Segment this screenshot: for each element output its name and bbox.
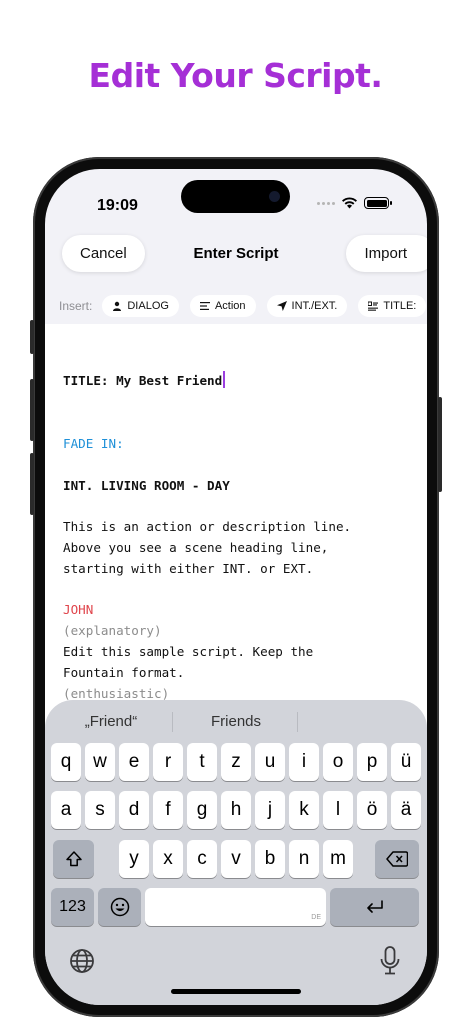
insert-action-button[interactable]: Action: [189, 295, 256, 317]
numbers-key[interactable]: 123: [51, 888, 94, 926]
key-r[interactable]: r: [153, 743, 183, 781]
person-icon: [113, 301, 122, 311]
volume-up-button: [30, 379, 34, 441]
suggestion-item[interactable]: Friends: [176, 713, 296, 730]
delete-key[interactable]: [375, 840, 419, 878]
chip-label: DIALOG: [127, 300, 169, 312]
script-dialog-line: Edit this sample script. Keep the: [63, 644, 314, 659]
insert-toolbar: Insert: DIALOG Action INT./EXT. TITLE:: [45, 289, 427, 323]
cellular-signal-icon: [317, 201, 335, 205]
key-n[interactable]: n: [289, 840, 319, 878]
space-language-tag: DE: [311, 914, 321, 921]
nav-bar: Cancel Enter Script Import: [45, 224, 427, 282]
insert-dialog-button[interactable]: DIALOG: [102, 295, 179, 317]
key-ö[interactable]: ö: [357, 791, 387, 829]
key-y[interactable]: y: [119, 840, 149, 878]
key-a[interactable]: a: [51, 791, 81, 829]
backspace-icon: [386, 851, 408, 867]
title-card-icon: [368, 301, 379, 311]
import-button[interactable]: Import: [346, 235, 427, 272]
key-k[interactable]: k: [289, 791, 319, 829]
key-m[interactable]: m: [323, 840, 353, 878]
status-icons: [317, 197, 392, 209]
dynamic-island: [181, 180, 290, 213]
lines-icon: [199, 302, 210, 310]
shift-arrow-icon: [65, 851, 82, 867]
key-x[interactable]: x: [153, 840, 183, 878]
chip-label: TITLE:: [383, 300, 417, 312]
chip-label: Action: [214, 300, 246, 312]
key-c[interactable]: c: [187, 840, 217, 878]
key-ä[interactable]: ä: [391, 791, 421, 829]
key-f[interactable]: f: [153, 791, 183, 829]
battery-icon: [364, 197, 392, 209]
emoji-key[interactable]: [98, 888, 141, 926]
key-e[interactable]: e: [119, 743, 149, 781]
key-t[interactable]: t: [187, 743, 217, 781]
emoji-icon: [110, 897, 129, 917]
shift-key[interactable]: [53, 840, 94, 878]
key-d[interactable]: d: [119, 791, 149, 829]
key-w[interactable]: w: [85, 743, 115, 781]
microphone-icon[interactable]: [379, 946, 401, 976]
suggestion-item[interactable]: „Friend“: [51, 713, 171, 730]
key-l[interactable]: l: [323, 791, 353, 829]
status-time: 19:09: [97, 197, 138, 214]
status-bar: 19:09: [45, 169, 427, 229]
script-transition: FADE IN:: [63, 436, 124, 451]
keyboard: „Friend“ Friends qwertzuiopü asdfghjklöä…: [45, 700, 427, 1005]
headline: Edit Your Script.: [88, 56, 383, 95]
script-parenthetical: (explanatory): [63, 623, 162, 638]
space-key[interactable]: DE: [145, 888, 326, 926]
insert-label: Insert:: [59, 299, 93, 313]
script-action-line: This is an action or description line.: [63, 519, 352, 534]
chip-label: INT./EXT.: [291, 300, 338, 312]
key-s[interactable]: s: [85, 791, 115, 829]
location-arrow-icon: [276, 301, 287, 311]
power-button: [438, 397, 442, 492]
script-character: JOHN: [63, 602, 94, 617]
phone-frame: 19:09 Cancel Enter Script Import Insert:: [30, 157, 442, 1017]
script-title-line: TITLE: My Best Friend: [63, 370, 226, 391]
insert-int-ext-button[interactable]: INT./EXT.: [266, 295, 348, 317]
volume-down-button: [30, 453, 34, 515]
key-b[interactable]: b: [255, 840, 285, 878]
screen: 19:09 Cancel Enter Script Import Insert:: [45, 169, 427, 1005]
return-arrow-icon: [366, 900, 383, 913]
script-scene-heading: INT. LIVING ROOM - DAY: [63, 478, 230, 493]
wifi-icon: [342, 197, 357, 209]
insert-title-button[interactable]: TITLE:: [358, 295, 427, 317]
action-button: [30, 320, 34, 354]
script-action-line: starting with either INT. or EXT.: [63, 561, 314, 576]
key-u[interactable]: u: [255, 743, 285, 781]
key-o[interactable]: o: [323, 743, 353, 781]
key-h[interactable]: h: [221, 791, 251, 829]
key-g[interactable]: g: [187, 791, 217, 829]
script-action-line: Above you see a scene heading line,: [63, 540, 329, 555]
key-j[interactable]: j: [255, 791, 285, 829]
key-q[interactable]: q: [51, 743, 81, 781]
script-dialog-line: Fountain format.: [63, 665, 185, 680]
globe-icon[interactable]: [69, 948, 95, 974]
suggestion-bar: „Friend“ Friends: [45, 700, 427, 744]
return-key[interactable]: [330, 888, 419, 926]
key-p[interactable]: p: [357, 743, 387, 781]
key-ü[interactable]: ü: [391, 743, 421, 781]
text-caret: [223, 371, 226, 388]
key-i[interactable]: i: [289, 743, 319, 781]
home-indicator: [171, 989, 301, 994]
key-v[interactable]: v: [221, 840, 251, 878]
key-z[interactable]: z: [221, 743, 251, 781]
